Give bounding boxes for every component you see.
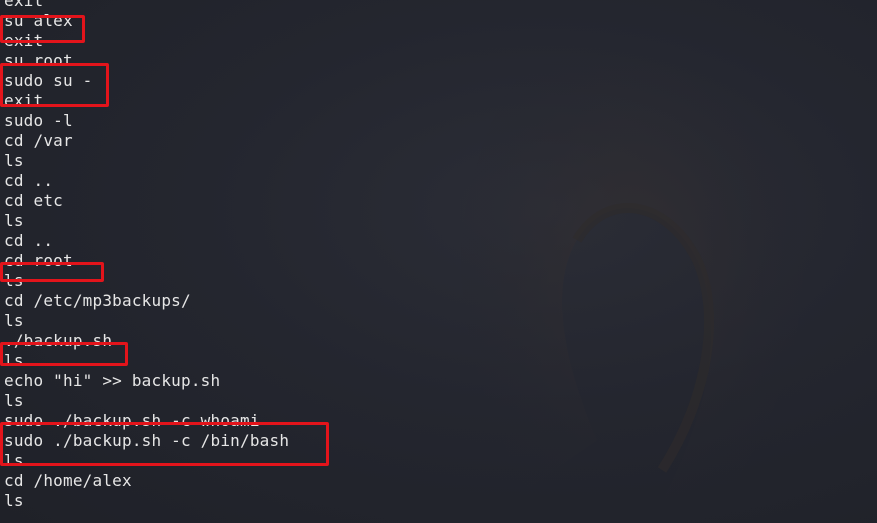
command-line: su root (4, 51, 73, 70)
command-line: ls (4, 271, 24, 290)
command-line: cd .. (4, 171, 54, 190)
command-line: cd root (4, 251, 73, 270)
command-line: ls (4, 151, 24, 170)
command-line: ./backup.sh (4, 331, 113, 350)
wallpaper-silhouette (460, 56, 804, 511)
command-line: exit (4, 31, 44, 50)
command-line: exit (4, 91, 44, 110)
command-line: cd etc (4, 191, 63, 210)
command-line: ls (4, 211, 24, 230)
command-line: sudo ./backup.sh -c whoami (4, 411, 260, 430)
command-line: ls (4, 351, 24, 370)
command-line: ls (4, 311, 24, 330)
command-line: ls (4, 491, 24, 510)
command-line: sudo ./backup.sh -c /bin/bash (4, 431, 290, 450)
command-line: cd /home/alex (4, 471, 132, 490)
command-line: su alex (4, 11, 73, 30)
command-line: sudo -l (4, 111, 73, 130)
terminal-output: exit su alex exit su root sudo su - exit… (4, 0, 289, 511)
command-line: ls (4, 451, 24, 470)
command-line: cd .. (4, 231, 54, 250)
command-line: sudo su - (4, 71, 93, 90)
command-line: cd /etc/mp3backups/ (4, 291, 191, 310)
command-line: cd /var (4, 131, 73, 150)
command-line: exit (4, 0, 44, 10)
terminal-window[interactable]: exit su alex exit su root sudo su - exit… (0, 0, 877, 523)
command-line: ls (4, 391, 24, 410)
command-line: echo "hi" >> backup.sh (4, 371, 221, 390)
